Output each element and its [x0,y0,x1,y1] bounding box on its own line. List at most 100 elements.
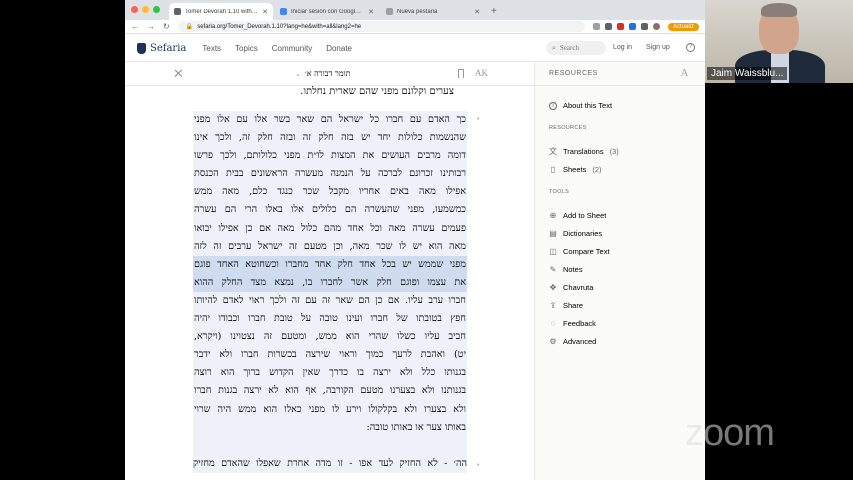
sheet-icon: ▯ [550,164,556,174]
nav-texts[interactable]: Texts [202,44,221,53]
resources-section-label: RESOURCES [549,125,587,131]
address-bar[interactable]: 🔒 sefaria.org/Tomer_Devorah.1.10?lang=he… [177,21,585,32]
participant-name: Jaim Waissblu... [707,67,788,80]
maximize-window-button[interactable] [153,6,160,13]
text-settings-icon[interactable]: AK [475,68,488,78]
close-icon[interactable]: ✕ [173,66,184,82]
bookmark-icon[interactable] [458,69,464,78]
translations-link[interactable]: 文 Translations (3) [549,147,619,156]
close-tab-icon[interactable]: ✕ [474,8,480,16]
segment-line: חביב עליו כשלו שהרי הוא ממש, ומטעם זה נצ… [194,331,466,343]
close-tab-icon[interactable]: ✕ [262,8,268,16]
tool-dictionaries[interactable]: ▤ Dictionaries [549,229,602,238]
about-text-link[interactable]: i About this Text [549,101,612,110]
webcam-thumbnail[interactable]: Jaim Waissblu... [705,0,853,83]
segment-line-highlighted: מפני שממש יש בכל אחד חלק אחד מחברו וכשחו… [193,255,467,274]
browser-tab[interactable]: Iniciar sesión con Google - Zoo ✕ [275,3,379,20]
segment-line: רבותינו זכרונם לברכה על הנמנה מעשרה הראש… [194,168,466,180]
sefaria-header: Sefaria Texts Topics Community Donate ⌕ … [125,35,705,62]
tool-compare-text[interactable]: ◫ Compare Text [549,246,609,256]
book-icon: ▤ [549,228,557,238]
reader-body: צערים וקלונם מפני שהם שארית נחלתו. • כך … [125,86,534,480]
translations-count: (3) [609,147,619,156]
update-button[interactable]: Actualiz [667,22,699,31]
tool-label: Chavruta [563,283,594,292]
segment-line: כך האדם עם חברו כל ישראל הם שאר בשר אלו … [194,114,466,125]
previous-segment-text[interactable]: צערים וקלונם מפני שהם שארית נחלתו. [300,86,454,97]
extension-icon[interactable] [616,23,624,30]
segment-line: חברו ערב עליו. אם כן הם שאר זה עם זה ולכ… [194,294,466,306]
tab-title: Nueva pestaña [397,8,438,15]
next-segment-text[interactable]: הה׳ - לא החזיק לעד אפו - זו מדה אחרת שאפ… [193,458,467,469]
extensions-area [592,23,660,30]
feedback-icon: ◌ [550,318,556,328]
tool-chavruta[interactable]: ✥ Chavruta [549,282,594,292]
star-icon[interactable] [592,23,600,30]
back-arrow-icon[interactable]: ← [131,22,139,31]
browser-tab[interactable]: Nueva pestaña ✕ [381,3,485,20]
logo-text: Sefaria [150,42,187,54]
extension-icon[interactable] [628,23,636,30]
window-controls [131,6,160,13]
puzzle-icon[interactable] [640,23,648,30]
share-icon: ⇪ [549,300,557,310]
active-segment[interactable]: כך האדם עם חברו כל ישראל הם שאר בשר אלו … [193,111,467,473]
segment-line: כמשמעו, מפני שהעשרה הם כלולים אלו באלו ה… [194,204,466,216]
tool-share[interactable]: ⇪ Share [549,301,583,310]
lock-icon: 🔒 [185,24,194,30]
new-tab-button[interactable]: + [485,3,503,20]
newtab-favicon-icon [386,8,393,15]
segment-line: שהנשמות כלולות יחד יש בזה חלק זה ובזה חל… [194,132,466,144]
search-icon: ⌕ [552,43,556,52]
segment-line: יט) ואהבת לרעך כמוך וראוי שירצה בכשרות ח… [194,349,466,361]
forward-arrow-icon[interactable]: → [147,22,155,31]
chavruta-icon: ✥ [549,282,557,292]
google-favicon-icon [280,8,287,15]
about-label: About this Text [563,101,613,110]
close-tab-icon[interactable]: ✕ [368,8,374,16]
segment-line: מאה הוא יש לו שכר מאה, וכן מטעם זה ישראל… [194,240,466,252]
sheets-link[interactable]: ▯ Sheets (2) [549,165,602,174]
resources-title: RESOURCES [549,70,598,77]
zoom-watermark: zoom [685,412,775,454]
tool-label: Advanced [563,337,597,346]
nav-donate[interactable]: Donate [326,44,352,53]
info-icon: i [549,101,557,110]
segment-marker: • [477,116,480,123]
gear-icon: ⚙ [549,336,557,346]
sefaria-logo[interactable]: Sefaria [137,42,187,54]
signup-link[interactable]: Sign up [646,44,670,51]
chevron-down-icon: ⌄ [295,69,301,78]
browser-toolbar: ← → ↻ 🔒 sefaria.org/Tomer_Devorah.1.10?l… [125,20,705,34]
tool-label: Dictionaries [563,229,603,238]
tab-title: Tomer Devorah 1.10 with Conn [185,8,258,15]
segment-line: פעמים עשרה מאה וכל אחד מהם כלול מאה אם כ… [194,222,466,234]
translations-icon: 文 [549,146,557,156]
extension-icon[interactable] [604,23,612,30]
browser-tab[interactable]: Tomer Devorah 1.10 with Conn ✕ [169,3,273,20]
browser-window: Tomer Devorah 1.10 with Conn ✕ Iniciar s… [125,0,705,480]
screen: Tomer Devorah 1.10 with Conn ✕ Iniciar s… [0,0,853,480]
reload-icon[interactable]: ↻ [163,22,170,31]
main-nav: Texts Topics Community Donate [202,44,352,53]
minimize-window-button[interactable] [142,6,149,13]
search-input[interactable]: ⌕ Search [546,41,606,55]
font-size-icon[interactable]: A [681,67,689,79]
compare-icon: ◫ [549,246,557,256]
reader-title-button[interactable]: ⌄ תומר דבורה א׳ [295,69,351,78]
tool-feedback[interactable]: ◌ Feedback [549,319,596,328]
close-window-button[interactable] [131,6,138,13]
help-icon[interactable]: ? [686,43,695,52]
nav-topics[interactable]: Topics [235,44,258,53]
login-link[interactable]: Log in [613,44,632,51]
reader-header: ✕ ⌄ תומר דבורה א׳ AK [125,62,534,86]
tool-notes[interactable]: ✎ Notes [549,265,583,274]
translations-label: Translations [563,147,604,156]
tool-advanced[interactable]: ⚙ Advanced [549,337,596,346]
tool-label: Notes [563,265,583,274]
sheets-label: Sheets [563,165,587,174]
search-placeholder: Search [559,44,579,52]
tool-add-to-sheet[interactable]: ⊕ Add to Sheet [549,211,607,220]
profile-avatar-icon[interactable] [652,23,660,30]
nav-community[interactable]: Community [272,44,312,53]
